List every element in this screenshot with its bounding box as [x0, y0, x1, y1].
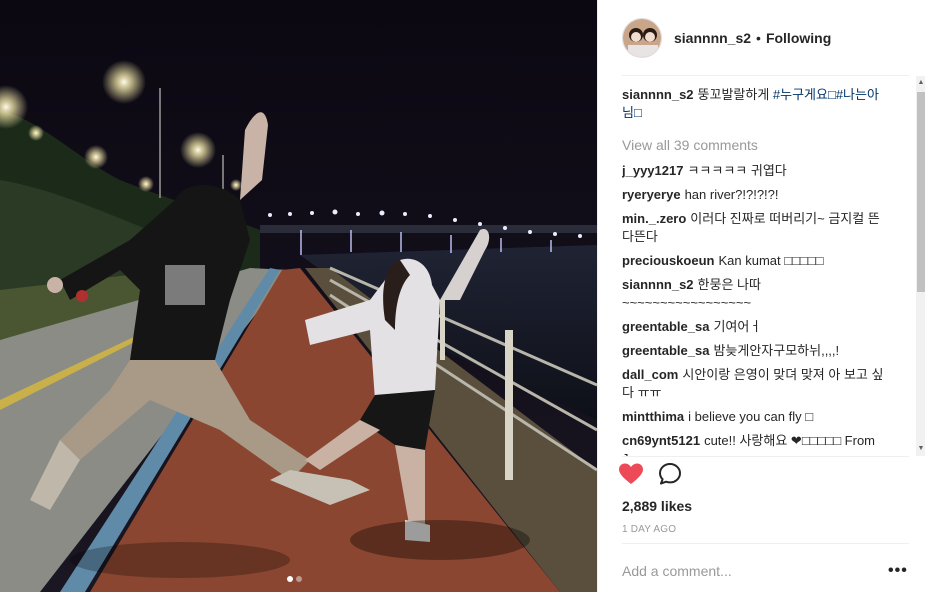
caption-text: 뚱꼬발랄하게 [697, 87, 773, 102]
comment-username[interactable]: greentable_sa [622, 343, 709, 358]
comment-username[interactable]: ryeryerye [622, 187, 681, 202]
post-timestamp[interactable]: 1 DAY AGO [622, 524, 676, 535]
post-side-panel: siannnn_s2 • Following siannnn_s2 뚱꼬발랄하게 … [597, 0, 925, 592]
comment-row: min._.zero 이러다 진짜로 떠버리기~ 금지컬 뜬다뜬다 [622, 210, 886, 246]
comment-row: greentable_sa 밤늦게안자구모하뉘,,,,! [622, 342, 886, 360]
comment-row: dall_com 시안이랑 은영이 맞뎌 맞져 아 보고 싶다 ㅠㅠ [622, 366, 886, 402]
comment-row: j_yyy1217 ㅋㅋㅋㅋㅋ 귀엽다 [622, 162, 886, 180]
comment-username[interactable]: greentable_sa [622, 319, 709, 334]
post-header: siannnn_s2 • Following [598, 0, 925, 75]
comment-row: cn69ynt5121cute!! 사랑해요 ❤□□□□□ From Japan [622, 432, 886, 456]
avatar[interactable] [622, 17, 662, 58]
header-divider [622, 75, 909, 76]
comment-icon[interactable] [658, 462, 682, 486]
instagram-post-modal: siannnn_s2 • Following siannnn_s2 뚱꼬발랄하게 … [0, 0, 925, 592]
view-all-comments-link[interactable]: View all 39 comments [622, 136, 886, 154]
comments-list[interactable]: siannnn_s2 뚱꼬발랄하게 #누구게요□#나는아님□ View all 3… [622, 86, 886, 456]
likes-count[interactable]: 2,889 likes [622, 498, 692, 514]
post-photo[interactable] [0, 0, 597, 592]
header-text: siannnn_s2 • Following [674, 30, 831, 46]
header-separator: • [756, 29, 761, 46]
post-actions [618, 462, 682, 486]
night-riverside-photo [0, 0, 597, 592]
comment-username[interactable]: siannnn_s2 [622, 277, 694, 292]
scroll-up-arrow[interactable]: ▲ [916, 78, 925, 88]
add-comment-divider [622, 543, 909, 544]
comment-username[interactable]: preciouskoeun [622, 253, 714, 268]
caption: siannnn_s2 뚱꼬발랄하게 #누구게요□#나는아님□ [622, 86, 886, 122]
scroll-thumb[interactable] [917, 92, 925, 292]
carousel-indicator[interactable] [287, 576, 302, 582]
heart-icon[interactable] [618, 462, 644, 486]
comment-text: ㅋㅋㅋㅋㅋ 귀엽다 [687, 163, 787, 178]
comment-text: 기여어ㅓ [713, 319, 762, 334]
comment-text: i believe you can fly □ [688, 409, 814, 424]
comments-scrollbar[interactable]: ▲ ▼ [916, 76, 925, 456]
add-comment-input[interactable] [622, 560, 872, 582]
comment-text: 밤늦게안자구모하뉘,,,,! [713, 343, 840, 358]
comment-row: preciouskoeun Kan kumat □□□□□ [622, 252, 886, 270]
actions-divider [622, 456, 909, 457]
scroll-down-arrow[interactable]: ▼ [916, 444, 925, 454]
more-options-button[interactable]: ••• [888, 560, 908, 582]
comment-row: siannnn_s2 한뭉은 나따 ~~~~~~~~~~~~~~~~~ [622, 276, 886, 312]
comment-row: mintthima i believe you can fly □ [622, 408, 886, 426]
header-username[interactable]: siannnn_s2 [674, 30, 751, 46]
carousel-dot-2[interactable] [296, 576, 302, 582]
comment-text: Kan kumat □□□□□ [718, 253, 824, 268]
comment-username[interactable]: min._.zero [622, 211, 686, 226]
comment-username[interactable]: j_yyy1217 [622, 163, 683, 178]
comment-username[interactable]: mintthima [622, 409, 684, 424]
comment-row: ryeryerye han river?!?!?!?! [622, 186, 886, 204]
caption-username[interactable]: siannnn_s2 [622, 87, 694, 102]
following-button[interactable]: Following [766, 30, 831, 46]
comment-username[interactable]: dall_com [622, 367, 678, 382]
comment-row: greentable_sa 기여어ㅓ [622, 318, 886, 336]
comment-text: han river?!?!?!?! [684, 187, 779, 202]
comment-username[interactable]: cn69ynt5121 [622, 433, 700, 448]
carousel-dot-1[interactable] [287, 576, 293, 582]
